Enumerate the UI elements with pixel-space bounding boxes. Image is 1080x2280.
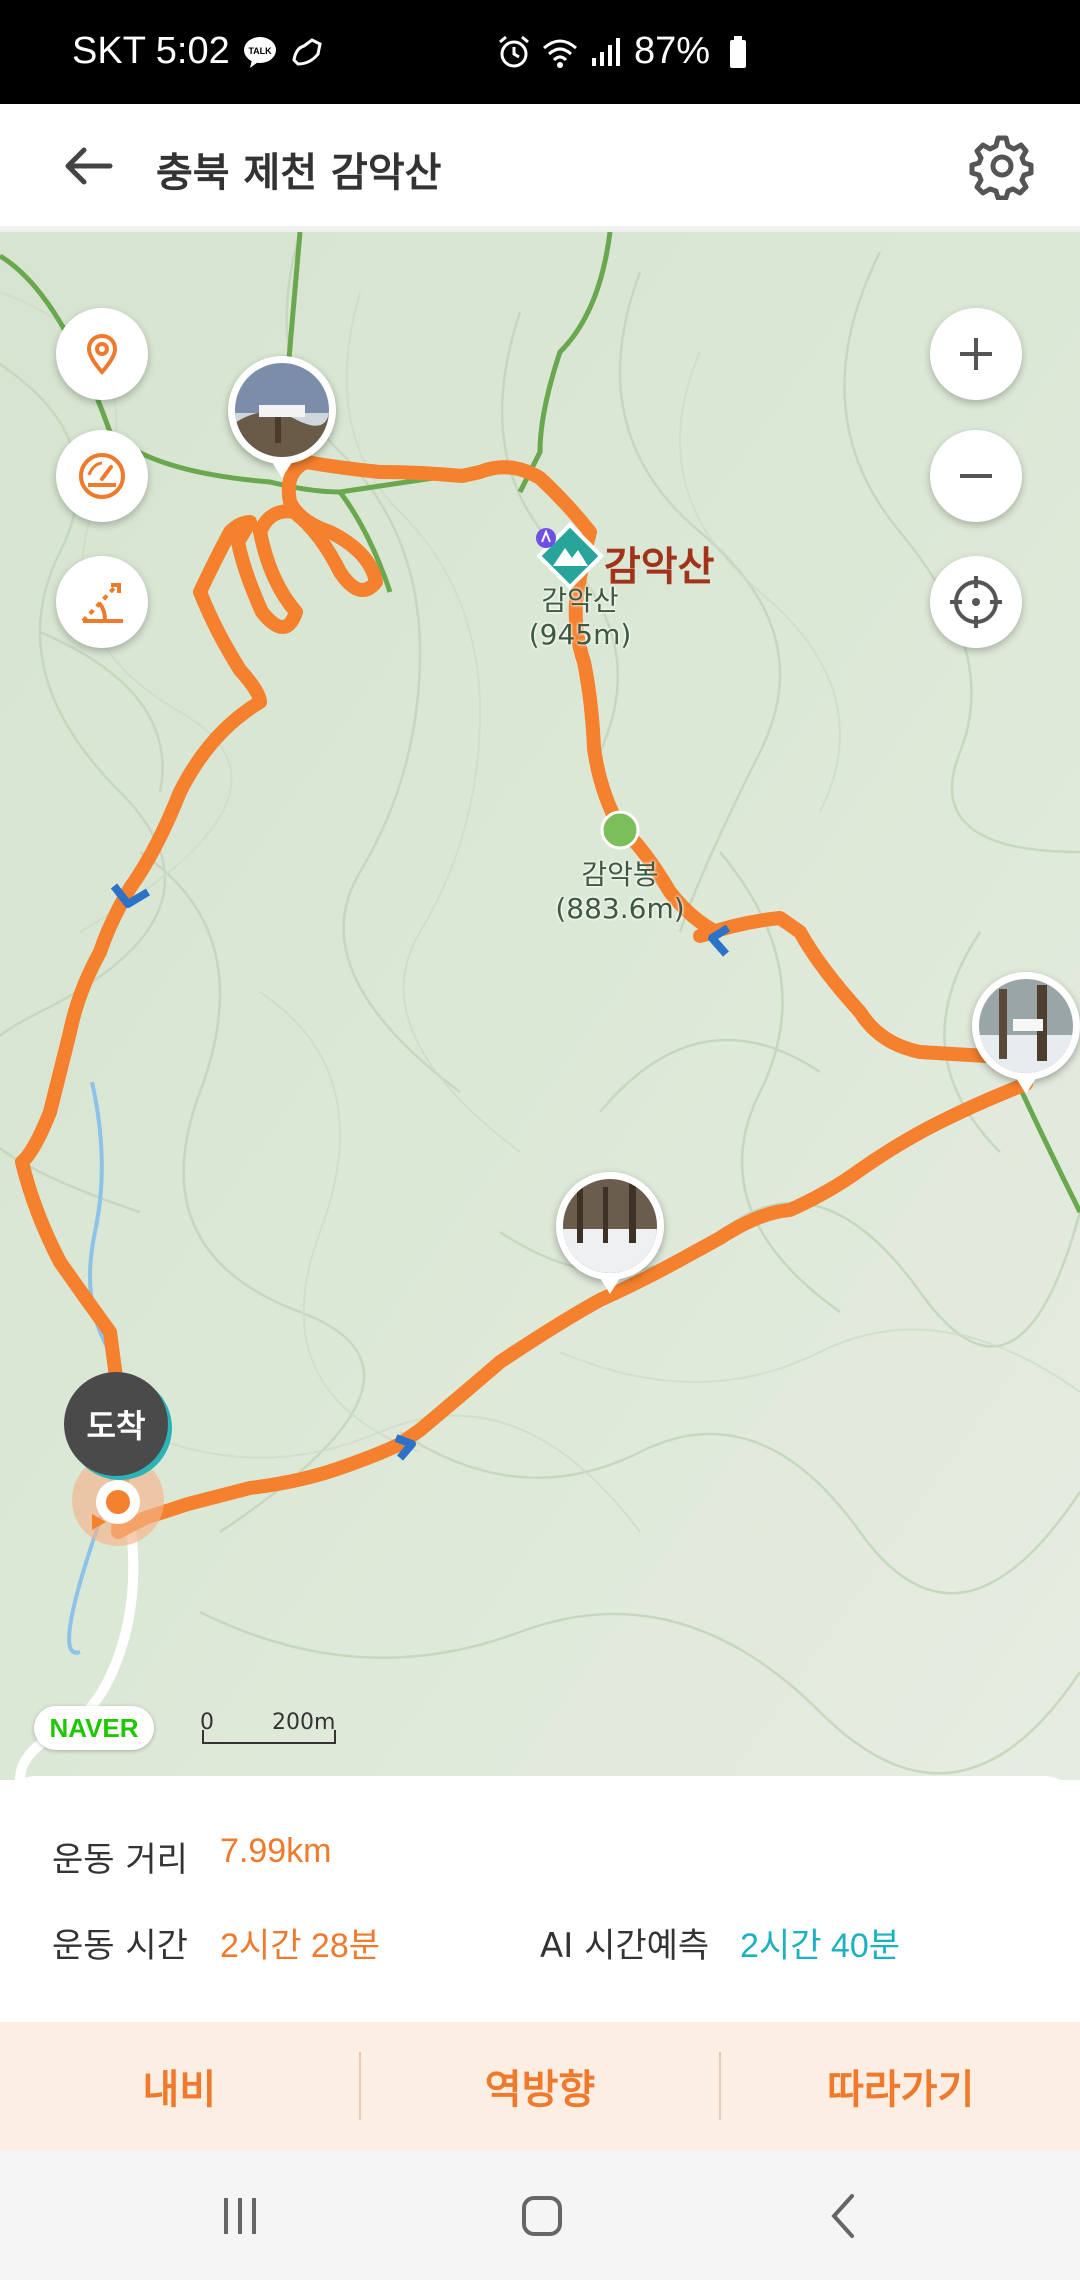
ai-prediction-label: AI 시간예측 — [540, 1926, 710, 1966]
my-location-button[interactable] — [930, 556, 1022, 648]
speedometer-icon — [79, 453, 125, 499]
app-header: 충북 제천 감악산 — [0, 104, 1080, 232]
summit-label: 감악산 (945m) — [520, 584, 640, 652]
naver-logo: NAVER — [34, 1706, 154, 1750]
gear-icon[interactable] — [968, 132, 1036, 200]
map-scale: 0 200m — [200, 1710, 336, 1744]
home-icon[interactable] — [510, 2184, 574, 2248]
battery-icon — [730, 35, 747, 68]
distance-value: 7.99km — [220, 1832, 332, 1870]
status-left: SKT 5:02 TALK — [72, 30, 326, 73]
slope-measure-button[interactable] — [56, 556, 148, 648]
zoom-in-icon — [960, 338, 992, 370]
action-bar: 내비 역방향 따라가기 — [0, 2022, 1080, 2150]
photo-pin[interactable] — [972, 972, 1080, 1094]
reverse-button[interactable]: 역방향 — [361, 2022, 720, 2150]
summit-elevation: (945m) — [528, 618, 632, 651]
stats-panel: 운동 거리 7.99km 운동 시간 2시간 28분 AI 시간예측 2시간 4… — [0, 1776, 1080, 2021]
my-location-icon — [950, 576, 1002, 628]
speedometer-button[interactable] — [56, 430, 148, 522]
distance-label: 운동 거리 — [52, 1840, 188, 1880]
shoe-icon — [292, 37, 322, 66]
zoom-in-button[interactable] — [930, 308, 1022, 400]
navi-button[interactable]: 내비 — [0, 2022, 359, 2150]
trail-photo — [979, 979, 1073, 1073]
carrier-time: SKT 5:02 — [72, 30, 230, 72]
back-icon[interactable] — [812, 2184, 876, 2248]
ai-prediction-value: 2시간 40분 — [740, 1927, 901, 1965]
follow-button[interactable]: 따라가기 — [721, 2022, 1080, 2150]
ridge-label-name: 감악봉 — [581, 858, 659, 891]
ruler-slope-icon — [81, 583, 123, 623]
signal-icon — [592, 37, 620, 66]
wifi-icon — [543, 39, 577, 68]
arrival-marker[interactable]: 도착 — [64, 1372, 168, 1476]
time-label: 운동 시간 — [52, 1926, 188, 1966]
location-pin-icon — [86, 333, 118, 375]
kakaotalk-icon: TALK — [243, 36, 276, 68]
trail-photo — [563, 1179, 657, 1273]
trail-map[interactable]: 감악산 감악산 (945m) 감악봉 (883.6m) 도착 NAVER 0 2… — [0, 232, 1080, 1780]
recent-apps-icon[interactable] — [208, 2184, 272, 2248]
battery-percent: 87% — [634, 30, 711, 72]
ridge-label: 감악봉 (883.6m) — [548, 858, 692, 926]
ridge-elevation: (883.6m) — [555, 892, 685, 925]
status-right: 87% — [496, 30, 756, 73]
location-pin-button[interactable] — [56, 308, 148, 400]
back-arrow-icon[interactable] — [52, 130, 124, 202]
alarm-icon — [499, 35, 529, 67]
status-bar: SKT 5:02 TALK 87% — [0, 0, 1080, 104]
svg-text:TALK: TALK — [248, 46, 272, 56]
summit-label-name: 감악산 — [541, 584, 619, 617]
scale-bar — [202, 1730, 336, 1744]
zoom-out-button[interactable] — [930, 430, 1022, 522]
system-nav-bar — [0, 2150, 1080, 2280]
photo-pin[interactable] — [228, 356, 336, 478]
photo-pin[interactable] — [556, 1172, 664, 1294]
zoom-out-icon — [960, 474, 992, 478]
map-canvas — [0, 232, 1080, 1780]
page-title: 충북 제천 감악산 — [156, 150, 442, 196]
time-value: 2시간 28분 — [220, 1927, 381, 1965]
trail-photo — [235, 363, 329, 457]
